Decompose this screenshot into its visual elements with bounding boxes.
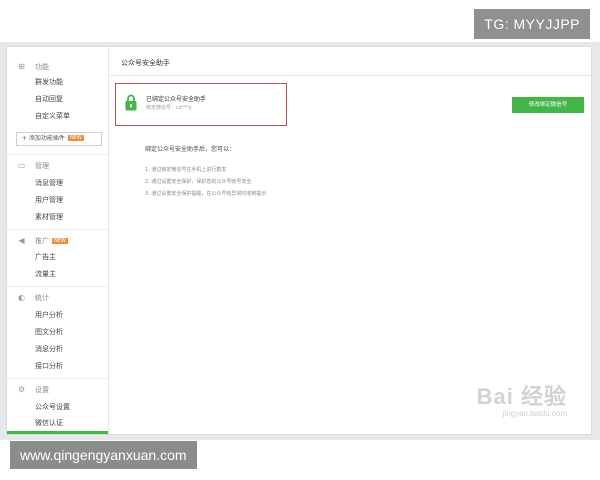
main-content: 公众号安全助手 已绑定公众号安全助手 绑定微信号：cz***y 修改绑定微信号 …: [109, 47, 591, 434]
active-indicator: [7, 431, 108, 434]
megaphone-icon: ◀: [18, 236, 25, 245]
sidebar-item-user-analysis[interactable]: 用户分析: [35, 309, 63, 321]
lock-icon: [125, 94, 137, 111]
sidebar-item-account-settings[interactable]: 公众号设置: [35, 401, 70, 413]
sidebar-section-promote[interactable]: ◀ 推广 NEW: [17, 235, 68, 247]
grid-icon: ⊞: [18, 62, 25, 71]
chat-icon: ▭: [17, 161, 26, 170]
baidu-watermark: Bai 经验 jingyan.baidu.com: [477, 379, 567, 418]
sidebar-section-label: 统计: [35, 294, 49, 302]
sidebar-item-api-analysis[interactable]: 接口分析: [35, 360, 63, 372]
top-bar: TG: MYYJJPP: [0, 0, 600, 42]
sidebar-item-custom-menu[interactable]: 自定义菜单: [35, 110, 70, 122]
new-badge: NEW: [52, 238, 68, 244]
tip-item: 2. 通过设置安全保护，保护您的公众号帐号安全: [145, 179, 252, 185]
sidebar-section-label: 功能: [35, 63, 49, 71]
tip-item: 1. 通过绑定微信号在手机上进行群发: [145, 167, 227, 173]
sidebar: ⊞ 功能 群发功能 自动回复 自定义菜单 + 添加功能插件 NEW ▭ 管理 消息管理…: [7, 47, 109, 434]
sidebar-section-manage[interactable]: ▭ 管理: [17, 160, 49, 172]
intro-text: 绑定公众号安全助手后，您可以：: [145, 146, 236, 153]
sidebar-item-auto-reply[interactable]: 自动回复: [35, 93, 63, 105]
sidebar-item-article-analysis[interactable]: 图文分析: [35, 326, 63, 338]
status-box: 已绑定公众号安全助手 绑定微信号：cz***y: [115, 83, 287, 126]
sidebar-divider: [7, 286, 108, 287]
change-bound-account-button[interactable]: 修改绑定微信号: [512, 97, 584, 113]
sidebar-divider: [7, 378, 108, 379]
page-title: 公众号安全助手: [121, 59, 170, 67]
bottom-bar: www.qingengyanxuan.com: [0, 440, 600, 480]
new-badge: NEW: [67, 135, 84, 141]
sidebar-item-material-manage[interactable]: 素材管理: [35, 211, 63, 223]
url-tag: www.qingengyanxuan.com: [10, 441, 197, 469]
sidebar-item-advertiser[interactable]: 广告主: [35, 251, 56, 263]
gear-icon: ⚙: [17, 385, 26, 394]
sidebar-divider: [7, 154, 108, 155]
sidebar-section-settings[interactable]: ⚙ 设置: [17, 384, 49, 396]
sidebar-section-stats[interactable]: ◐ 统计: [17, 292, 49, 304]
sidebar-item-user-manage[interactable]: 用户管理: [35, 194, 63, 206]
sidebar-section-label: 管理: [35, 162, 49, 170]
watermark-logo: Bai 经验: [476, 384, 567, 409]
add-plugin-label: + 添加功能插件: [22, 135, 65, 142]
sidebar-item-traffic-host[interactable]: 流量主: [35, 268, 56, 280]
tip-item: 3. 通过设置安全保护提醒，在公众号有异常时收到提示: [145, 191, 267, 197]
tg-tag: TG: MYYJJPP: [474, 9, 590, 39]
sidebar-section-function[interactable]: ⊞ 功能: [17, 61, 49, 73]
sidebar-divider: [7, 229, 108, 230]
sidebar-section-label: 推广: [35, 237, 49, 245]
sidebar-item-mass-send[interactable]: 群发功能: [35, 76, 63, 88]
sidebar-item-msg-manage[interactable]: 消息管理: [35, 177, 63, 189]
sidebar-item-wechat-verify[interactable]: 微信认证: [35, 417, 63, 429]
status-title: 已绑定公众号安全助手: [146, 96, 207, 103]
screenshot-frame: ⊞ 功能 群发功能 自动回复 自定义菜单 + 添加功能插件 NEW ▭ 管理 消息管理…: [0, 42, 600, 440]
add-plugin-button[interactable]: + 添加功能插件 NEW: [16, 132, 102, 146]
sidebar-item-msg-analysis[interactable]: 消息分析: [35, 343, 63, 355]
sidebar-section-label: 设置: [35, 386, 49, 394]
bound-account-text: 绑定微信号：cz***y: [146, 105, 192, 111]
admin-panel: ⊞ 功能 群发功能 自动回复 自定义菜单 + 添加功能插件 NEW ▭ 管理 消息管理…: [6, 46, 592, 435]
title-divider: [109, 75, 591, 76]
chart-icon: ◐: [18, 293, 25, 302]
